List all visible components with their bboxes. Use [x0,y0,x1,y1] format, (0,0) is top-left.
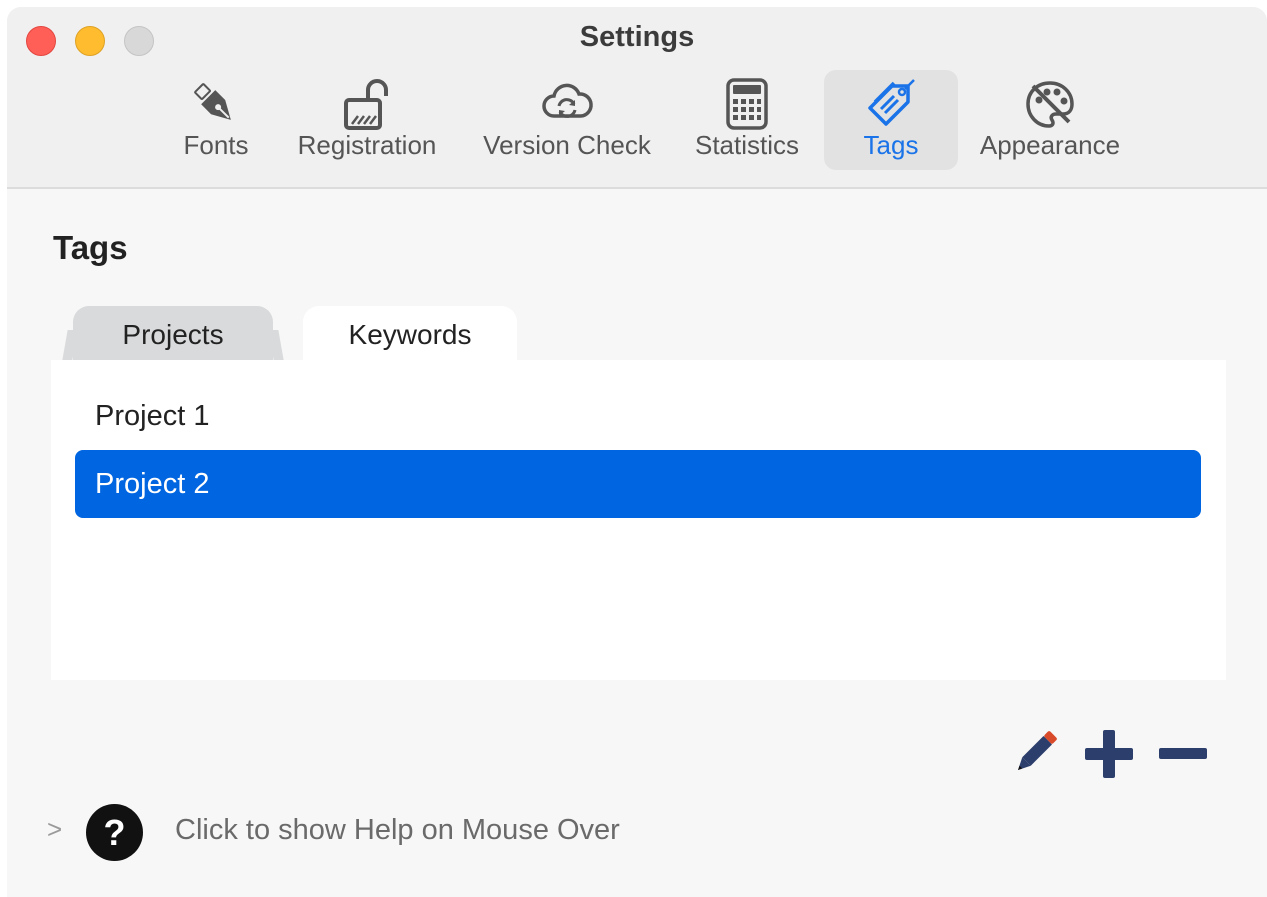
toolbar-label-appearance: Appearance [979,130,1121,160]
unlocked-padlock-icon [340,78,394,132]
chevron-right-icon[interactable]: > [47,814,62,845]
tags-icon [864,78,918,132]
list-actions [1007,725,1217,785]
project-list[interactable]: Project 1 Project 2 [51,360,1226,680]
tab-keywords-label: Keywords [348,319,472,350]
pencil-icon [1018,731,1057,770]
help-text[interactable]: Click to show Help on Mouse Over [175,814,620,847]
toolbar-item-appearance[interactable]: Appearance [970,70,1130,170]
window-title: Settings [579,21,695,53]
plus-icon [1085,730,1133,778]
title-bar: Settings Fonts Registration Version Chec… [7,7,1267,189]
list-item-project-1[interactable]: Project 1 [75,382,1201,450]
toolbar-label-fonts: Fonts [183,130,249,160]
toolbar-item-registration[interactable]: Registration [287,70,447,170]
list-item-project-2[interactable]: Project 2 [75,450,1201,518]
section-title: Tags [53,229,128,266]
toolbar-label-registration: Registration [297,130,437,160]
fountain-pen-icon [189,78,243,132]
minus-icon [1159,748,1207,759]
toolbar-item-tags[interactable]: Tags [824,70,958,170]
toolbar-label-version-check: Version Check [483,130,651,160]
tab-keywords[interactable]: Keywords [303,306,517,360]
cloud-sync-icon [540,78,594,132]
add-button[interactable] [1083,728,1135,780]
edit-button[interactable] [1007,725,1063,781]
toolbar-item-statistics[interactable]: Statistics [682,70,812,170]
settings-window: Settings Fonts Registration Version Chec… [7,7,1267,897]
remove-button[interactable] [1157,728,1209,780]
palette-icon [1023,78,1077,132]
tab-projects[interactable]: Projects [73,306,273,360]
toolbar-label-tags: Tags [863,130,919,160]
toolbar-item-version-check[interactable]: Version Check [467,70,667,170]
help-toggle[interactable]: > ? Click to show Help on Mouse Over [47,802,747,862]
tab-projects-label: Projects [122,319,224,350]
toolbar-item-fonts[interactable]: Fonts [161,70,271,170]
help-icon[interactable]: ? [86,804,143,861]
calculator-icon [720,78,774,132]
toolbar-label-statistics: Statistics [694,130,800,160]
